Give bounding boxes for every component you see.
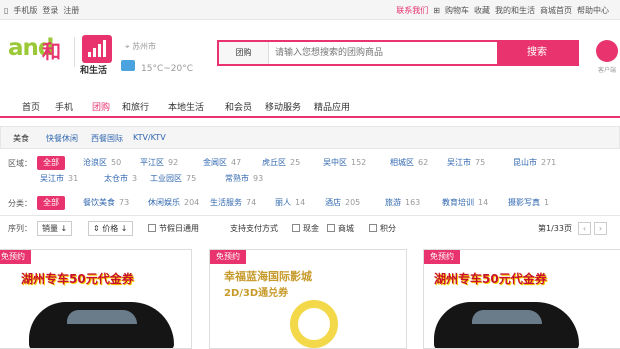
category-item[interactable]: 休闲娱乐 204 <box>148 197 199 208</box>
tab-western[interactable]: 西餐国际 <box>91 133 123 144</box>
nav-home[interactable]: 首页 <box>22 100 40 113</box>
client-app-link[interactable]: 客户端 <box>595 40 619 80</box>
points-checkbox[interactable]: 积分 <box>369 223 396 234</box>
region-item[interactable]: 相城区 62 <box>390 157 428 168</box>
category-item[interactable]: 教育培训 14 <box>442 197 488 208</box>
film-reel-image <box>290 300 338 348</box>
temperature: 15°C~20°C <box>141 64 194 74</box>
tab-ktv[interactable]: KTV/KTV <box>133 133 166 142</box>
search-button[interactable]: 搜索 <box>497 42 577 64</box>
cash-checkbox[interactable]: 现金 <box>292 223 319 234</box>
phone-icon <box>596 40 618 62</box>
next-page-button[interactable]: › <box>594 222 607 235</box>
nav-travel[interactable]: 和旅行 <box>122 100 149 113</box>
mobile-version-link[interactable]: 手机版 <box>13 5 37 16</box>
login-link[interactable]: 登录 <box>42 5 58 16</box>
category-item[interactable]: 酒店 205 <box>325 197 360 208</box>
region-item[interactable]: 沧浪区 50 <box>83 157 121 168</box>
car-image <box>434 302 579 348</box>
category-item[interactable]: 生活服务 74 <box>210 197 256 208</box>
nav-local-life[interactable]: 本地生活 <box>168 100 204 113</box>
search-category-select[interactable]: 团购 <box>219 42 269 64</box>
page-indicator: 第1/33页 <box>538 224 572 233</box>
region-item[interactable]: 虎丘区 25 <box>262 157 300 168</box>
search-box: 团购 搜索 <box>217 40 579 66</box>
my-account-link[interactable]: 我的和生活 <box>495 5 535 16</box>
mall-checkbox[interactable]: 商城 <box>327 223 354 234</box>
prev-page-button[interactable]: ‹ <box>578 222 591 235</box>
region-label: 区域： <box>8 159 32 168</box>
category-item[interactable]: 餐饮美食 73 <box>83 197 129 208</box>
search-input[interactable] <box>275 42 495 64</box>
mobile-icon: ▯ <box>4 6 9 15</box>
signal-logo-icon <box>82 35 112 63</box>
deal-banner: 湖州专车50元代金券 <box>434 272 547 286</box>
sort-by-sales[interactable]: 销量 ↓ <box>37 221 73 236</box>
tab-fast-food[interactable]: 快餐休闲 <box>46 133 78 144</box>
help-center-link[interactable]: 帮助中心 <box>577 5 609 16</box>
favorites-link[interactable]: 收藏 <box>474 5 490 16</box>
toggle-icon: ⇕ <box>93 224 100 233</box>
nav-phone[interactable]: 手机 <box>55 100 73 113</box>
cart-link[interactable]: 购物车 <box>445 5 469 16</box>
region-all[interactable]: 全部 <box>37 156 65 170</box>
sort-label: 序列： <box>8 224 32 233</box>
filter-divider <box>0 215 620 216</box>
deal-card[interactable]: 免预约 幸福蓝海国际影城 2D/3D通兑券 <box>209 249 407 349</box>
arrow-down-icon: ↓ <box>120 224 128 233</box>
category-filter-row: 分类： 全部 餐饮美食 73 休闲娱乐 204 生活服务 74 丽人 14 酒店 205 … <box>0 194 620 212</box>
deal-banner: 湖州专车50元代金券 <box>21 272 134 286</box>
contact-link[interactable]: 联系我们 <box>396 5 428 16</box>
mall-home-link[interactable]: 商城首页 <box>540 5 572 16</box>
category-item[interactable]: 丽人 14 <box>275 197 305 208</box>
holiday-checkbox[interactable]: 节假日通用 <box>148 223 199 234</box>
region-item[interactable]: 吴江市 75 <box>447 157 485 168</box>
region-item[interactable]: 吴江市 31 <box>40 173 78 184</box>
region-filter-row-2: 吴江市 31 太仓市 3 工业园区 75 常熟市 93 <box>0 170 620 188</box>
sort-bar: 序列： 销量 ↓ ⇕ 价格 ↓ 节假日通用 支持支付方式 现金 商城 积分 第1… <box>0 218 620 240</box>
logo-subtitle: 和生活 <box>80 66 108 76</box>
category-label: 分类： <box>8 199 32 208</box>
register-link[interactable]: 注册 <box>63 5 79 16</box>
nav-member[interactable]: 和会员 <box>225 100 252 113</box>
region-item[interactable]: 工业园区 75 <box>150 173 196 184</box>
deal-tag: 免预约 <box>210 250 246 264</box>
nav-groupbuy[interactable]: 团购 <box>92 100 110 113</box>
location-selector[interactable]: ⌖ 苏州市 <box>125 41 156 52</box>
cart-icon[interactable]: ⊞ <box>433 6 440 15</box>
logo-divider <box>74 37 75 67</box>
category-item[interactable]: 摄影写真 1 <box>508 197 549 208</box>
nav-apps[interactable]: 精品应用 <box>314 100 350 113</box>
category-all[interactable]: 全部 <box>37 196 65 210</box>
region-item[interactable]: 太仓市 3 <box>104 173 137 184</box>
location-pin-icon: ⌖ <box>125 42 130 51</box>
car-image <box>29 302 174 348</box>
location-city: 苏州市 <box>132 42 157 51</box>
deal-card[interactable]: 免预约 湖州专车50元代金券 <box>423 249 620 349</box>
deal-banner: 幸福蓝海国际影城 <box>224 270 312 283</box>
region-item[interactable]: 金阊区 47 <box>203 157 241 168</box>
arrow-down-icon: ↓ <box>60 224 68 233</box>
deal-banner-sub: 2D/3D通兑券 <box>224 288 289 299</box>
main-nav: 首页 手机 团购 和旅行 本地生活 和会员 移动服务 精品应用 <box>0 93 620 118</box>
nav-mobile-service[interactable]: 移动服务 <box>265 100 301 113</box>
tab-food[interactable]: 美食 <box>13 133 29 144</box>
weather-icon <box>121 60 135 71</box>
payment-label: 支持支付方式 <box>230 224 278 233</box>
client-app-label: 客户端 <box>597 67 616 74</box>
region-item[interactable]: 常熟市 93 <box>225 173 263 184</box>
region-item[interactable]: 吴中区 152 <box>323 157 366 168</box>
deal-tag: 免预约 <box>424 250 460 264</box>
region-item[interactable]: 平江区 92 <box>140 157 178 168</box>
logo-he-text: 和 <box>42 41 62 63</box>
deal-card[interactable]: 免预约 湖州专车50元代金券 <box>0 249 192 349</box>
top-bar: ▯ 手机版 登录 注册 联系我们 ⊞ 购物车 收藏 我的和生活 商城首页 帮助中心 <box>0 0 620 20</box>
category-tabs: 美食 快餐休闲 西餐国际 KTV/KTV <box>0 126 620 149</box>
region-item[interactable]: 昆山市 271 <box>513 157 556 168</box>
category-item[interactable]: 旅游 163 <box>385 197 420 208</box>
deal-tag: 免预约 <box>0 250 31 264</box>
sort-by-price[interactable]: ⇕ 价格 ↓ <box>88 221 133 236</box>
